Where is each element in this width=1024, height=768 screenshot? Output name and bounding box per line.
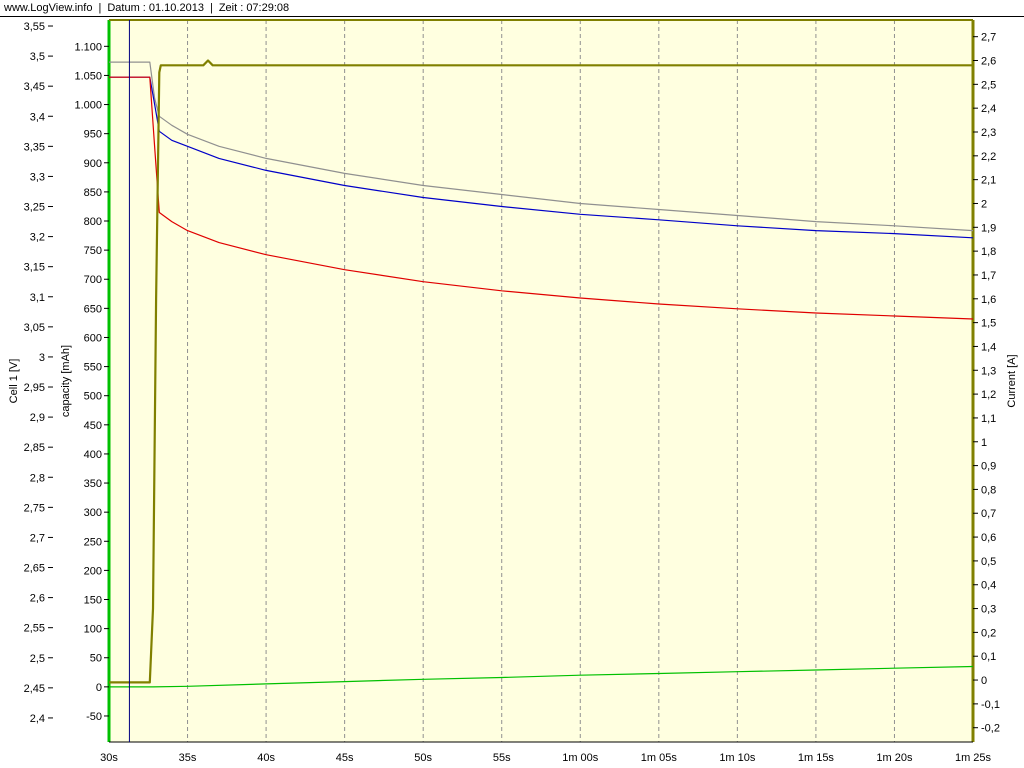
capacity-tick-label: 900	[84, 158, 102, 170]
voltage-tick-label: 2,45	[24, 683, 45, 695]
capacity-tick-label: 150	[84, 595, 102, 607]
current-tick-label: 1,4	[981, 341, 996, 353]
capacity-tick-label: 300	[84, 507, 102, 519]
voltage-tick-label: 3,3	[30, 171, 45, 183]
capacity-tick-label: 0	[96, 682, 102, 694]
current-tick-label: 1,9	[981, 222, 996, 234]
chart: 30s 35s 40s 45s 50s 55s 1m 00s 1m 05s 1m 10s 1m 1…	[8, 19, 1018, 764]
voltage-tick-label: 2,55	[24, 623, 45, 635]
voltage-tick-label: 2,5	[30, 653, 45, 665]
current-tick-label: 1,6	[981, 294, 996, 306]
current-tick-label: 1,1	[981, 413, 996, 425]
plot-background	[109, 20, 973, 742]
capacity-tick-label: 750	[84, 245, 102, 257]
voltage-tick-label: 2,85	[24, 442, 45, 454]
capacity-tick-label: 250	[84, 536, 102, 548]
x-tick-label: 30s	[100, 752, 118, 764]
capacity-tick-label: 800	[84, 216, 102, 228]
voltage-tick-label: 2,4	[30, 713, 45, 725]
current-tick-label: 0,2	[981, 627, 996, 639]
current-tick-label: 0,6	[981, 532, 996, 544]
current-tick-label: 2,3	[981, 127, 996, 139]
capacity-tick-label: 450	[84, 420, 102, 432]
x-tick-label: 1m 05s	[641, 752, 678, 764]
current-axis-title: Current [A]	[1006, 354, 1018, 407]
current-tick-label: 2,1	[981, 175, 996, 187]
voltage-tick-label: 2,6	[30, 593, 45, 605]
current-tick-label: 0,5	[981, 556, 996, 568]
voltage-tick-label: 3,45	[24, 81, 45, 93]
voltage-tick-label: 2,75	[24, 502, 45, 514]
voltage-tick-label: 3,35	[24, 141, 45, 153]
capacity-tick-label: 200	[84, 565, 102, 577]
voltage-tick-label: 3,15	[24, 262, 45, 274]
voltage-tick-label: 2,8	[30, 472, 45, 484]
voltage-tick-label: 3,1	[30, 292, 45, 304]
capacity-tick-label: 500	[84, 391, 102, 403]
current-tick-label: 1,5	[981, 318, 996, 330]
capacity-tick-label: 350	[84, 478, 102, 490]
capacity-tick-label: 600	[84, 332, 102, 344]
x-tick-label: 35s	[179, 752, 197, 764]
current-tick-label: 0,9	[981, 461, 996, 473]
capacity-tick-label: -50	[86, 711, 102, 723]
voltage-tick-label: 3	[39, 352, 45, 364]
current-tick-label: 2,7	[981, 32, 996, 44]
current-tick-label: 0,8	[981, 484, 996, 496]
capacity-tick-label: 650	[84, 303, 102, 315]
x-tick-label: 40s	[257, 752, 275, 764]
current-tick-label: 2,4	[981, 103, 996, 115]
current-tick-label: 1	[981, 437, 987, 449]
capacity-tick-label: 550	[84, 362, 102, 374]
voltage-tick-label: 3,25	[24, 202, 45, 214]
voltage-tick-label: 2,9	[30, 412, 45, 424]
current-tick-label: 0,7	[981, 508, 996, 520]
capacity-tick-label: 1.000	[74, 100, 102, 112]
x-tick-label: 1m 10s	[719, 752, 756, 764]
x-tick-label: 1m 25s	[955, 752, 992, 764]
plot-area	[109, 20, 973, 742]
capacity-tick-label: 1.050	[74, 70, 102, 82]
current-tick-label: 0	[981, 675, 987, 687]
capacity-tick-label: 1.100	[74, 41, 102, 53]
voltage-tick-label: 2,95	[24, 382, 45, 394]
capacity-tick-label: 400	[84, 449, 102, 461]
current-tick-label: 2	[981, 198, 987, 210]
voltage-tick-label: 3,2	[30, 232, 45, 244]
current-tick-label: 1,3	[981, 365, 996, 377]
capacity-tick-label: 950	[84, 129, 102, 141]
current-tick-label: 0,3	[981, 604, 996, 616]
current-tick-label: 2,6	[981, 56, 996, 68]
current-tick-label: 0,4	[981, 580, 996, 592]
current-tick-label: -0,2	[981, 723, 1000, 735]
voltage-tick-label: 3,5	[30, 51, 45, 63]
voltage-tick-label: 3,55	[24, 21, 45, 33]
x-tick-label: 45s	[336, 752, 354, 764]
current-tick-label: 2,5	[981, 79, 996, 91]
current-tick-label: 1,7	[981, 270, 996, 282]
x-tick-label: 1m 20s	[876, 752, 913, 764]
x-tick-label: 1m 15s	[798, 752, 835, 764]
current-tick-label: 1,8	[981, 246, 996, 258]
current-tick-label: 1,2	[981, 389, 996, 401]
x-tick-label: 50s	[414, 752, 432, 764]
voltage-tick-label: 2,65	[24, 563, 45, 575]
current-tick-label: 2,2	[981, 151, 996, 163]
capacity-axis-title: capacity [mAh]	[60, 345, 72, 417]
voltage-tick-label: 3,4	[30, 111, 45, 123]
current-tick-label: 0,1	[981, 651, 996, 663]
x-tick-label: 1m 00s	[562, 752, 599, 764]
voltage-axis-title: Cell 1 [V]	[8, 359, 20, 404]
capacity-tick-label: 100	[84, 624, 102, 636]
voltage-tick-label: 2,7	[30, 532, 45, 544]
capacity-tick-label: 850	[84, 187, 102, 199]
current-tick-label: -0,1	[981, 699, 1000, 711]
capacity-tick-label: 700	[84, 274, 102, 286]
capacity-tick-label: 50	[90, 653, 102, 665]
voltage-tick-label: 3,05	[24, 322, 45, 334]
x-tick-label: 55s	[493, 752, 511, 764]
